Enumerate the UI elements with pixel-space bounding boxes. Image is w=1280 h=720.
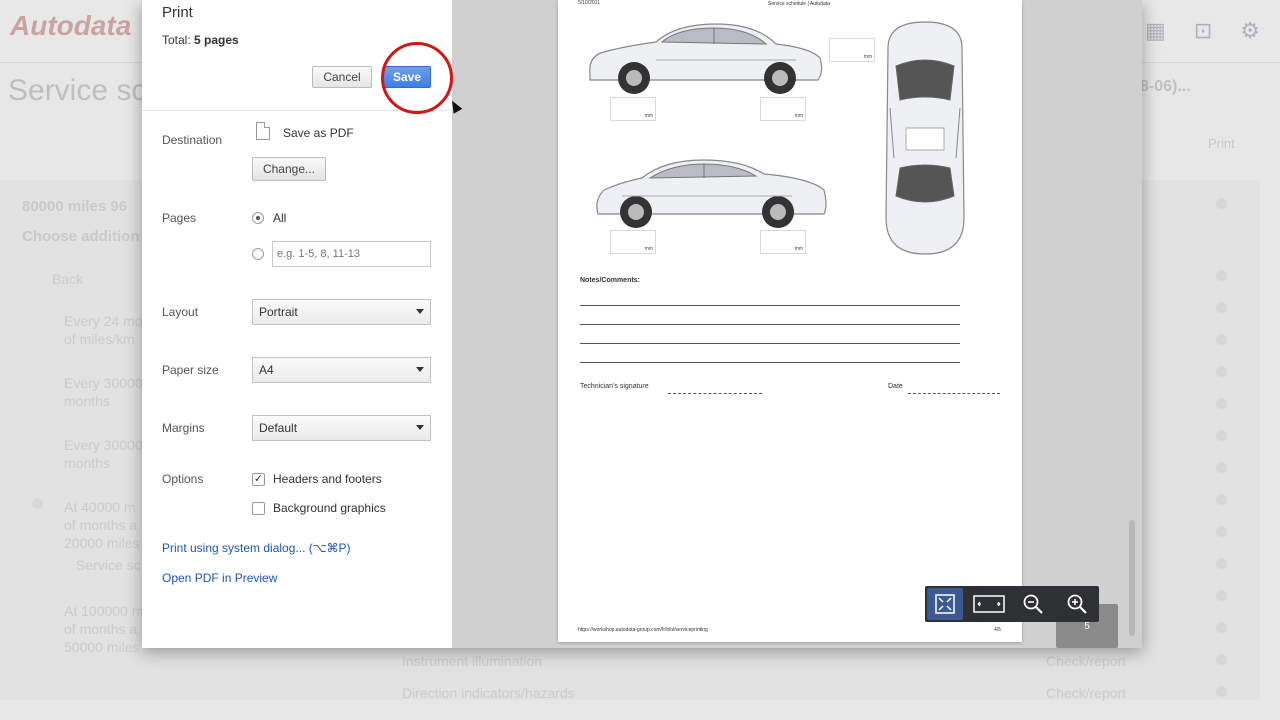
background-graphics-label: Background graphics [273,501,386,515]
destination-value: Save as PDF [283,126,354,140]
page-footer-url: https://workshop.autodata-group.com/fr/i… [578,627,708,633]
preview-scrollbar[interactable] [1129,520,1135,636]
print-preview-area: 5/10/2011 Service schedule | Autodata mm… [452,0,1142,648]
paper-size-label: Paper size [162,363,219,377]
notes-line [580,305,960,306]
background-graphics-checkbox[interactable] [252,502,265,515]
pages-all-radio[interactable] [252,212,264,224]
layout-label: Layout [162,305,199,319]
print-dialog: Print Total: 5 pages Cancel Save Destina… [142,0,1142,648]
zoom-out-icon[interactable] [1015,588,1051,620]
notes-line [580,324,960,325]
headers-footers-checkbox[interactable]: ✓ [252,473,265,486]
car-side-view-left-illustration [596,159,827,228]
paper-size-value: A4 [259,363,274,377]
margins-label: Margins [162,421,205,435]
notes-line [580,343,960,344]
preview-zoom-toolbar [925,586,1099,622]
highlight-ring [381,42,453,114]
open-preview-link[interactable]: Open PDF in Preview [162,571,277,585]
chevron-down-icon [416,309,424,314]
tread-depth-box: mm [829,38,875,62]
chevron-down-icon [416,425,424,430]
tread-depth-box: mm [610,230,656,254]
tread-depth-box: mm [610,97,656,121]
pages-range-radio[interactable] [252,248,264,260]
car-top-view-illustration [885,21,965,255]
fit-to-page-icon[interactable] [927,588,963,620]
tread-depth-box: mm [760,97,806,121]
pages-label: Pages [162,211,197,225]
margins-select[interactable]: Default [252,415,431,441]
page-header-date: 5/10/2011 [578,0,600,6]
system-dialog-link[interactable]: Print using system dialog... (⌥⌘P) [162,541,351,555]
signature-label: Technician's signature [580,383,649,390]
pages-all-label: All [273,211,287,225]
options-label: Options [162,472,204,486]
tread-depth-box: mm [760,230,806,254]
change-destination-button[interactable]: Change... [252,157,326,181]
total-pages: Total: 5 pages [162,33,239,47]
layout-value: Portrait [259,305,298,319]
notes-heading: Notes/Comments: [580,277,640,284]
date-label: Date [888,383,903,390]
pages-range-input[interactable] [272,241,431,267]
headers-footers-label: Headers and footers [273,472,382,486]
paper-size-select[interactable]: A4 [252,357,431,383]
cancel-button[interactable]: Cancel [312,66,372,88]
dialog-title: Print [162,4,193,21]
date-line [908,393,1000,394]
chevron-down-icon [416,367,424,372]
signature-line [668,393,762,394]
pdf-document-icon [256,122,270,140]
notes-line [580,362,960,363]
layout-select[interactable]: Portrait [252,299,431,325]
destination-label: Destination [162,133,223,147]
page-footer-number: 4/5 [994,627,1001,633]
page-header-title: Service schedule | Autodata [768,1,830,7]
zoom-in-icon[interactable] [1059,588,1095,620]
car-side-view-right-illustration [589,23,823,94]
fit-to-width-icon[interactable] [971,588,1007,620]
preview-page: 5/10/2011 Service schedule | Autodata mm… [558,0,1022,642]
margins-value: Default [259,421,298,435]
